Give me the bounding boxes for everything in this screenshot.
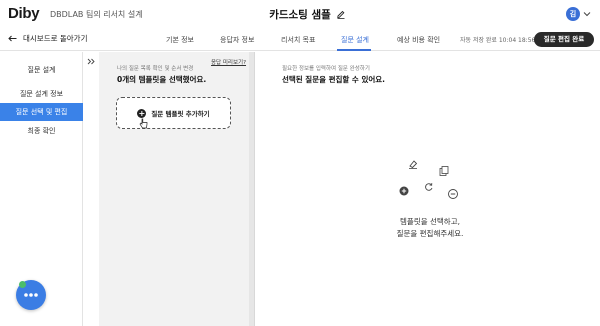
tab-respondent-info[interactable]: 응답자 정보 <box>220 35 254 45</box>
empty-state-message: 템플릿을 선택하고, 질문을 편집해주세요. <box>370 216 490 240</box>
back-to-dashboard-link[interactable]: 대시보드로 돌아가기 <box>8 33 87 44</box>
page-title: 카드소팅 샘플 <box>269 9 331 21</box>
scrollbar[interactable] <box>249 52 255 326</box>
remove-circle-icon <box>448 189 458 199</box>
double-chevron-right-icon[interactable] <box>87 58 95 65</box>
sidebar-item-question-design[interactable]: 질문 설계 <box>0 61 83 79</box>
back-label: 대시보드로 돌아가기 <box>23 34 88 43</box>
tab-research-goal[interactable]: 리서치 목표 <box>281 35 315 45</box>
avatar[interactable]: 김 <box>566 7 580 21</box>
sidebar-item-select-edit[interactable]: 질문 선택 및 편집 <box>0 103 83 121</box>
eraser-icon <box>409 160 418 169</box>
editor-title: 선택된 질문을 편집할 수 있어요. <box>282 75 385 84</box>
refresh-icon <box>425 182 433 191</box>
add-template-button[interactable]: + 질문 템플릿 추가하기 <box>116 97 231 129</box>
add-template-label: 질문 템플릿 추가하기 <box>151 110 210 118</box>
empty-state-line-2: 질문을 편집해주세요. <box>396 229 464 238</box>
plus-circle-icon: + <box>137 108 147 118</box>
editor-subtitle: 필요한 정보를 입력하여 질문 완성하기 <box>282 66 370 72</box>
active-tab-indicator <box>337 49 371 51</box>
sidebar-item-design-info[interactable]: 질문 설계 정보 <box>0 85 83 103</box>
arrow-left-icon <box>8 35 17 42</box>
hand-cursor-icon <box>139 118 148 129</box>
notification-badge <box>19 281 26 288</box>
question-list-subtitle: 나의 질문 목록 확인 및 순서 변경 <box>117 66 194 72</box>
autosave-status: 자동 저장 완료 10:04 18:56 <box>460 37 536 44</box>
preview-help-link[interactable]: 응답 미리보기? <box>211 58 246 66</box>
panel-collapse-column <box>83 52 99 326</box>
empty-state-line-1: 템플릿을 선택하고, <box>400 217 460 226</box>
question-list-panel <box>99 52 249 326</box>
add-circle-icon <box>399 186 409 196</box>
question-list-title: 0개의 템플릿을 선택했어요. <box>117 75 207 84</box>
tab-question-design[interactable]: 질문 설계 <box>341 35 369 45</box>
edit-pencil-icon[interactable] <box>336 9 346 19</box>
sidebar-item-final-check[interactable]: 최종 확인 <box>0 122 83 140</box>
finish-editing-button[interactable]: 질문 편집 완료 <box>534 32 594 47</box>
copy-icon <box>439 166 449 176</box>
tab-cost-estimate[interactable]: 예상 비용 확인 <box>397 35 440 45</box>
tab-basic-info[interactable]: 기본 정보 <box>166 35 194 45</box>
chevron-down-icon[interactable] <box>583 11 591 17</box>
